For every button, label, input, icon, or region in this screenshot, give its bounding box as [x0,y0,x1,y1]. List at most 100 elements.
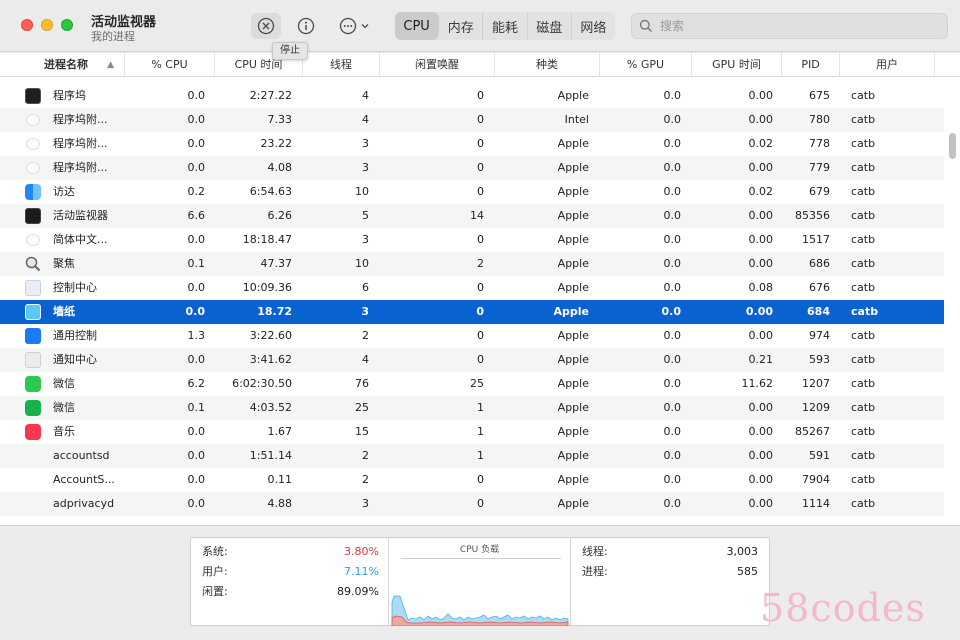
cell-gpu-time: 0.00 [748,425,774,438]
column-header-gpu[interactable]: % GPU [600,53,692,77]
cell-cpu-time: 1.67 [267,425,293,438]
process-name: 通用控制 [53,329,97,342]
table-row[interactable]: 微信 0.1 4:03.52 25 1 Apple 0.0 0.00 1209 catb [0,396,944,420]
tab-energy[interactable]: 能耗 [483,12,528,40]
column-header-cpu[interactable]: % CPU [125,53,215,77]
table-row[interactable]: 活动监视器 6.6 6.26 5 14 Apple 0.0 0.00 85356 catb [0,204,944,228]
inspect-process-button[interactable] [291,13,321,39]
column-header-idle-wakeups[interactable]: 闲置唤醒 [380,53,495,77]
cell-threads: 3 [362,497,369,510]
tab-memory[interactable]: 内存 [439,12,484,40]
column-header-process-name[interactable]: 进程名称 ▲ [8,53,125,77]
close-window-button[interactable] [21,19,33,31]
table-row[interactable]: 程序坞 0.0 2:27.22 4 0 Apple 0.0 0.00 675 catb [0,84,944,108]
cell-kind: Apple [557,233,589,246]
cell-user: catb [851,89,876,102]
table-row[interactable]: 程序坞附... 0.0 7.33 4 0 Intel 0.0 0.00 780 catb [0,108,944,132]
cell-cpu: 6.6 [187,209,206,222]
cell-idle-wakeups: 1 [477,425,484,438]
cell-idle-wakeups: 0 [477,161,484,174]
user-label: 用户: [202,565,228,578]
cell-pid: 1209 [802,401,830,414]
cell-cpu: 0.1 [187,257,206,270]
column-header-gpu-time[interactable]: GPU 时间 [692,53,782,77]
table-row[interactable]: 聚焦 0.1 47.37 10 2 Apple 0.0 0.00 686 catb [0,252,944,276]
cell-gpu: 0.0 [663,353,682,366]
process-name: 控制中心 [53,281,97,294]
cell-pid: 778 [809,137,830,150]
more-actions-button[interactable] [334,13,374,39]
table-row[interactable]: 墙纸 0.0 18.72 3 0 Apple 0.0 0.00 684 catb [0,300,944,324]
table-row[interactable]: 通知中心 0.0 3:41.62 4 0 Apple 0.0 0.21 593 catb [0,348,944,372]
system-value: 3.80% [344,545,379,558]
cell-gpu-time: 0.00 [748,209,774,222]
process-wechat-icon [25,376,41,392]
table-row[interactable]: adprivacyd 0.0 4.88 3 0 Apple 0.0 0.00 1114 catb [0,492,944,516]
cell-gpu: 0.0 [661,305,682,318]
table-row[interactable]: 微信 6.2 6:02:30.50 76 25 Apple 0.0 11.62 1207 catb [0,372,944,396]
cell-idle-wakeups: 1 [477,401,484,414]
table-row[interactable]: 访达 0.2 6:54.63 10 0 Apple 0.0 0.02 679 catb [0,180,944,204]
stop-process-button[interactable] [251,13,281,39]
cell-gpu: 0.0 [663,233,682,246]
cell-cpu-time: 6.26 [267,209,293,222]
process-table: 进程名称 ▲ % CPU CPU 时间 线程 闲置唤醒 种类 % GPU GPU… [0,53,960,525]
idle-label: 闲置: [202,585,228,598]
cell-cpu-time: 47.37 [260,257,293,270]
cpu-load-title: CPU 负载 [459,545,500,555]
column-header-kind[interactable]: 种类 [495,53,600,77]
cell-cpu: 0.0 [187,137,206,150]
window-subtitle[interactable]: 我的进程 [91,28,135,44]
cell-threads: 5 [362,209,369,222]
tab-cpu[interactable]: CPU [395,12,440,40]
cell-pid: 85267 [795,425,830,438]
cell-cpu: 0.0 [187,113,206,126]
tab-disk[interactable]: 磁盘 [528,12,572,40]
cell-pid: 593 [809,353,830,366]
cell-threads: 4 [362,89,369,102]
search-box[interactable] [631,13,948,39]
cell-gpu-time: 0.21 [748,353,774,366]
cell-pid: 676 [809,281,830,294]
table-row[interactable]: 通用控制 1.3 3:22.60 2 0 Apple 0.0 0.00 974 catb [0,324,944,348]
process-name: 程序坞附... [53,137,108,150]
cell-cpu: 0.0 [187,353,206,366]
cell-cpu-time: 4.08 [267,161,293,174]
table-row[interactable]: 程序坞附... 0.0 4.08 3 0 Apple 0.0 0.00 779 catb [0,156,944,180]
process-name: 音乐 [53,425,75,438]
cell-cpu-time: 1:51.14 [249,449,292,462]
cell-pid: 780 [809,113,830,126]
table-row[interactable]: 音乐 0.0 1.67 15 1 Apple 0.0 0.00 85267 catb [0,420,944,444]
cell-user: catb [851,473,876,486]
table-row[interactable]: AccountS... 0.0 0.11 2 0 Apple 0.0 0.00 7904 catb [0,468,944,492]
process-name: adprivacyd [53,497,115,510]
cell-idle-wakeups: 0 [477,497,484,510]
table-row[interactable]: 程序坞附... 0.0 23.22 3 0 Apple 0.0 0.02 778 catb [0,132,944,156]
xmark-circle-icon [257,17,275,35]
table-row[interactable]: accountsd 0.0 1:51.14 2 1 Apple 0.0 0.00 591 catb [0,444,944,468]
title-bar: 活动监视器 我的进程 CPU 内存 能耗 磁盘 网络 [0,0,960,52]
cell-kind: Intel [564,113,589,126]
cell-idle-wakeups: 0 [477,473,484,486]
table-row[interactable]: 简体中文... 0.0 18:18.47 3 0 Apple 0.0 0.00 1517 catb [0,228,944,252]
cell-kind: Apple [557,401,589,414]
cell-gpu-time: 0.00 [748,401,774,414]
cell-cpu: 6.2 [187,377,206,390]
column-header-threads[interactable]: 线程 [303,53,380,77]
cell-gpu: 0.0 [663,89,682,102]
minimize-window-button[interactable] [41,19,53,31]
zoom-window-button[interactable] [61,19,73,31]
table-row[interactable]: 控制中心 0.0 10:09.36 6 0 Apple 0.0 0.08 676 catb [0,276,944,300]
process-doc-icon [26,162,40,174]
cell-gpu: 0.0 [663,113,682,126]
process-wallpaper-icon [25,304,41,320]
column-header-user[interactable]: 用户 [840,53,935,77]
process-doc-icon [26,234,40,246]
cell-gpu: 0.0 [663,329,682,342]
process-name: 访达 [53,185,75,198]
column-header-pid[interactable]: PID [782,53,840,77]
tab-network[interactable]: 网络 [572,12,615,40]
vertical-scrollbar[interactable] [949,133,956,159]
search-input[interactable] [660,19,940,33]
cell-threads: 4 [362,113,369,126]
